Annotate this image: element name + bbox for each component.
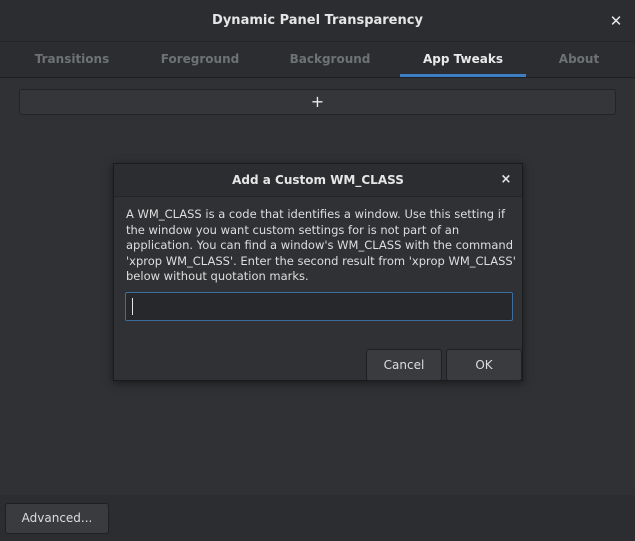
text-cursor bbox=[132, 298, 133, 315]
tab-about[interactable]: About bbox=[546, 42, 612, 78]
dialog-title: Add a Custom WM_CLASS bbox=[232, 173, 404, 187]
app-window: Dynamic Panel Transparency ✕ Transitions… bbox=[0, 0, 635, 541]
tab-bar: Transitions Foreground Background App Tw… bbox=[0, 42, 635, 78]
tab-app-tweaks[interactable]: App Tweaks bbox=[400, 42, 526, 78]
tab-background[interactable]: Background bbox=[282, 42, 378, 78]
window-title: Dynamic Panel Transparency bbox=[212, 13, 423, 28]
bottom-bar: Advanced... bbox=[0, 495, 635, 541]
tab-transitions[interactable]: Transitions bbox=[24, 42, 120, 78]
close-icon[interactable]: ✕ bbox=[607, 12, 625, 30]
cancel-button[interactable]: Cancel bbox=[366, 349, 442, 381]
add-wm-class-dialog: Add a Custom WM_CLASS × A WM_CLASS is a … bbox=[113, 163, 523, 381]
add-app-button[interactable]: + bbox=[19, 89, 616, 115]
ok-button[interactable]: OK bbox=[446, 349, 522, 381]
wm-class-input[interactable] bbox=[125, 292, 513, 321]
advanced-button[interactable]: Advanced... bbox=[5, 503, 109, 534]
dialog-message: A WM_CLASS is a code that identifies a w… bbox=[126, 207, 516, 283]
dialog-header: Add a Custom WM_CLASS × bbox=[114, 164, 522, 197]
dialog-close-icon[interactable]: × bbox=[498, 172, 514, 188]
title-bar: Dynamic Panel Transparency ✕ bbox=[0, 0, 635, 42]
tab-foreground[interactable]: Foreground bbox=[152, 42, 248, 78]
